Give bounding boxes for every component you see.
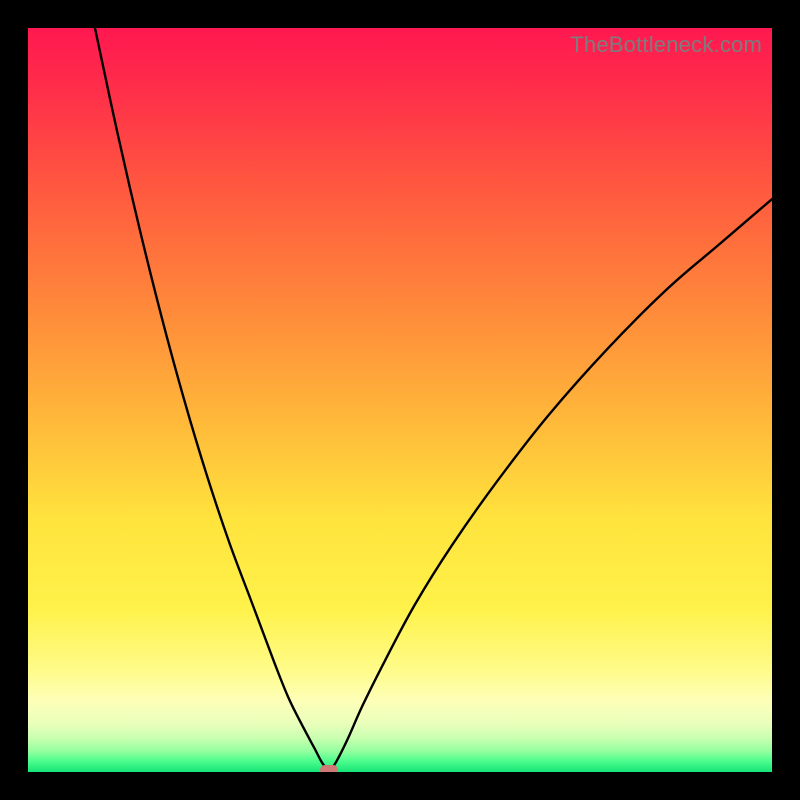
watermark-label: TheBottleneck.com xyxy=(570,32,762,58)
bottleneck-curve xyxy=(28,28,772,772)
chart-frame: TheBottleneck.com xyxy=(0,0,800,800)
notch-marker xyxy=(320,765,338,772)
curve-right-branch xyxy=(329,199,772,772)
curve-left-branch xyxy=(95,28,329,772)
plot-area: TheBottleneck.com xyxy=(28,28,772,772)
